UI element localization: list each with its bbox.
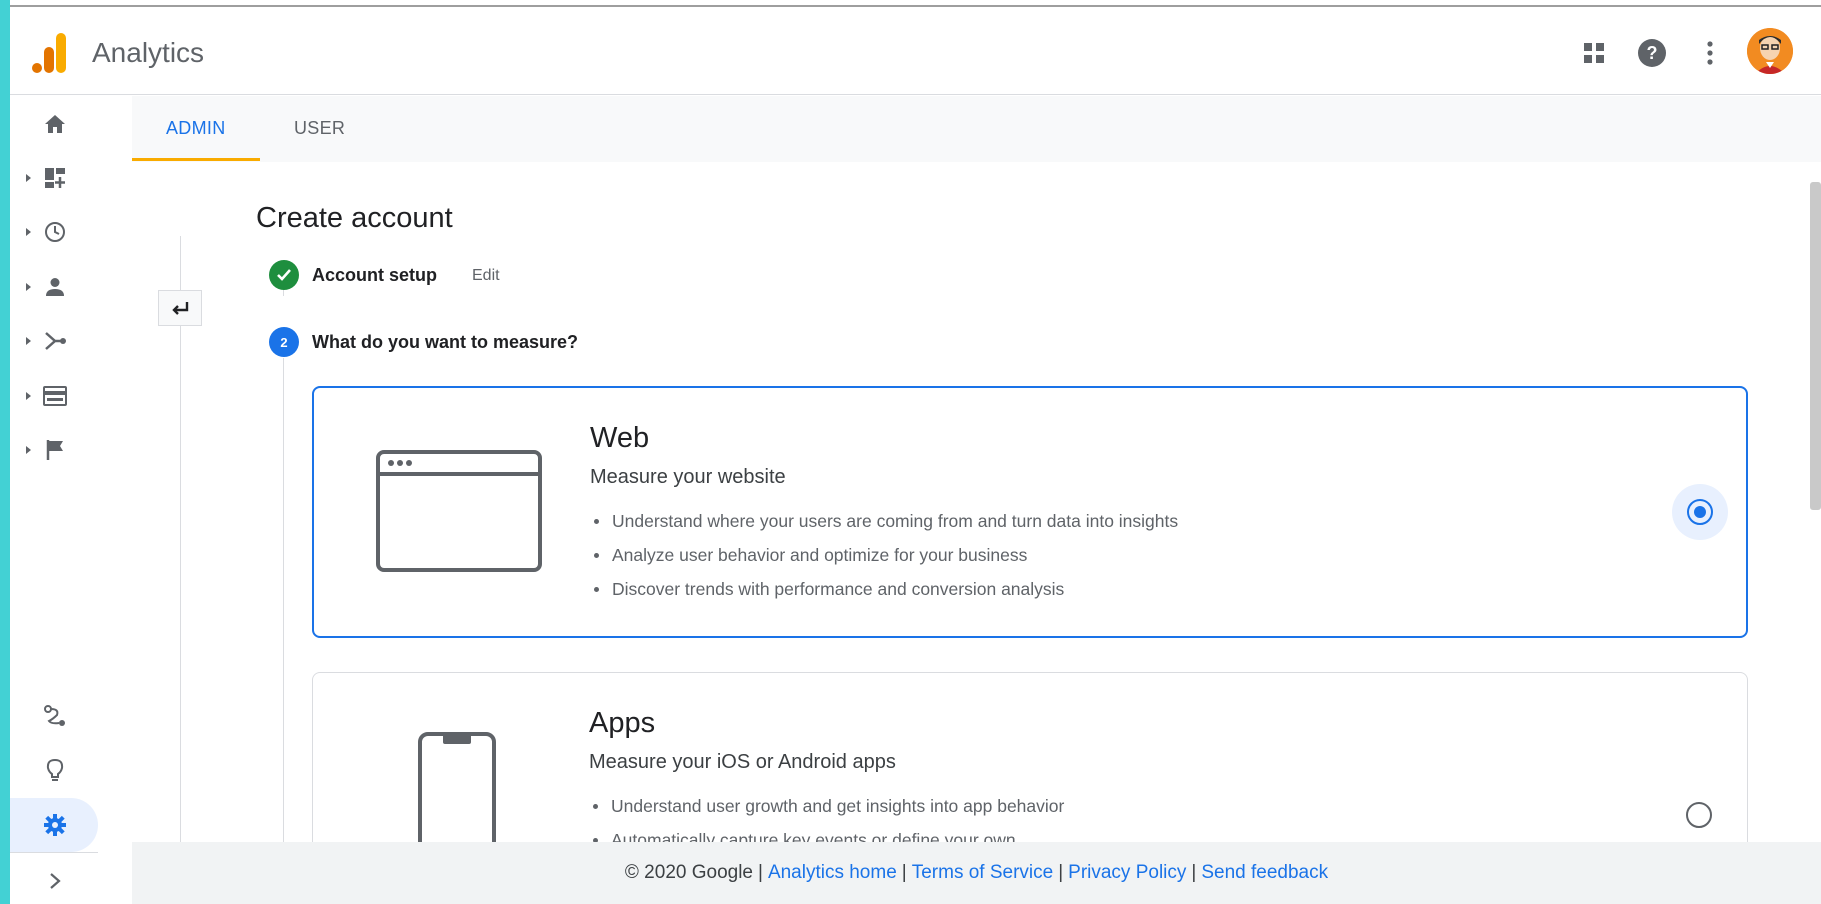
tab-admin[interactable]: ADMIN xyxy=(166,118,226,139)
footer-separator: | xyxy=(901,862,907,883)
attribution-icon xyxy=(42,703,68,729)
nav-acquisition[interactable] xyxy=(10,317,110,365)
expand-arrow-icon xyxy=(26,446,31,454)
window-edge xyxy=(0,0,10,904)
expand-arrow-icon xyxy=(26,174,31,182)
expand-chevron-icon xyxy=(42,868,68,894)
realtime-clock-icon xyxy=(42,219,68,245)
avatar[interactable] xyxy=(1747,28,1793,74)
app-header: Analytics ? xyxy=(10,7,1821,95)
nav-divider xyxy=(10,852,98,853)
expand-arrow-icon xyxy=(26,283,31,291)
privacy-policy-link[interactable]: Privacy Policy xyxy=(1068,862,1186,884)
step-account-setup-label: Account setup xyxy=(312,265,438,285)
nav-audience[interactable] xyxy=(10,263,110,311)
app-title: Analytics xyxy=(92,37,205,68)
web-option-title: Web xyxy=(590,422,650,454)
copyright-text: © 2020 Google xyxy=(624,862,753,883)
web-option-benefits: Understand where your users are coming f… xyxy=(590,504,1178,606)
admin-gear-icon xyxy=(42,812,68,838)
more-vert-icon[interactable] xyxy=(1694,37,1726,69)
expand-arrow-icon xyxy=(26,337,31,345)
terms-of-service-link[interactable]: Terms of Service xyxy=(912,862,1053,884)
back-button[interactable] xyxy=(158,290,202,326)
back-arrow-icon xyxy=(172,302,189,315)
analytics-home-link[interactable]: Analytics home xyxy=(768,862,897,884)
panel-guide-line xyxy=(180,236,181,842)
svg-text:?: ? xyxy=(1647,43,1658,63)
page-footer: © 2020 Google | Analytics home | Terms o… xyxy=(132,842,1821,904)
apps-option-title: Apps xyxy=(589,707,656,739)
web-option-radio[interactable] xyxy=(1687,499,1713,525)
list-item: Analyze user behavior and optimize for y… xyxy=(590,538,1178,572)
nav-customization[interactable] xyxy=(10,154,110,202)
list-item: Discover trends with performance and con… xyxy=(590,572,1178,606)
list-item: Automatically capture key events or defi… xyxy=(589,823,1064,842)
web-option-card[interactable]: Web Measure your website Understand wher… xyxy=(312,386,1748,638)
nav-home[interactable] xyxy=(10,100,110,148)
active-tab-indicator xyxy=(132,158,260,161)
stepper-line xyxy=(283,358,284,842)
apps-option-card[interactable]: Apps Measure your iOS or Android apps Un… xyxy=(312,672,1748,842)
tab-user[interactable]: USER xyxy=(294,118,345,139)
apps-option-subtitle: Measure your iOS or Android apps xyxy=(589,751,896,773)
behavior-icon xyxy=(42,383,68,409)
web-option-subtitle: Measure your website xyxy=(590,466,786,488)
nav-admin[interactable] xyxy=(10,801,110,849)
step-measure-label: What do you want to measure? xyxy=(312,332,579,352)
help-icon[interactable]: ? xyxy=(1636,37,1668,69)
acquisition-icon xyxy=(42,328,68,354)
nav-behavior[interactable] xyxy=(10,372,110,420)
left-nav xyxy=(10,96,132,904)
dashboard-icon xyxy=(42,165,68,191)
create-account-panel: Create account Account setup Edit 2 What… xyxy=(132,162,1808,842)
phone-icon xyxy=(417,731,497,842)
apps-option-radio[interactable] xyxy=(1686,802,1712,828)
list-item: Understand where your users are coming f… xyxy=(590,504,1178,538)
conversions-flag-icon xyxy=(42,437,68,463)
send-feedback-link[interactable]: Send feedback xyxy=(1201,862,1328,884)
nav-conversions[interactable] xyxy=(10,426,110,474)
edit-account-setup-link[interactable]: Edit xyxy=(472,267,500,285)
footer-separator: | xyxy=(758,862,763,883)
step-complete-check-icon xyxy=(269,260,299,290)
nav-discover[interactable] xyxy=(10,746,110,794)
footer-separator: | xyxy=(1058,862,1064,883)
home-icon xyxy=(42,111,68,137)
audience-person-icon xyxy=(42,274,68,300)
list-item: Understand user growth and get insights … xyxy=(589,789,1064,823)
discover-lightbulb-icon xyxy=(42,757,68,783)
nav-attribution[interactable] xyxy=(10,692,110,740)
step-number-badge: 2 xyxy=(269,327,299,357)
footer-separator: | xyxy=(1191,862,1197,883)
apps-option-benefits: Understand user growth and get insights … xyxy=(589,789,1064,842)
analytics-logo[interactable] xyxy=(30,31,70,75)
nav-realtime[interactable] xyxy=(10,208,110,256)
admin-tabs-bar: ADMIN USER xyxy=(132,96,1821,162)
content-scrollbar[interactable] xyxy=(1810,182,1821,510)
apps-grid-icon[interactable] xyxy=(1578,37,1610,69)
expand-arrow-icon xyxy=(26,228,31,236)
browser-window-icon xyxy=(376,450,542,577)
nav-expand[interactable] xyxy=(10,857,110,904)
page-title: Create account xyxy=(256,202,453,234)
expand-arrow-icon xyxy=(26,392,31,400)
radio-selected-dot xyxy=(1694,506,1706,518)
